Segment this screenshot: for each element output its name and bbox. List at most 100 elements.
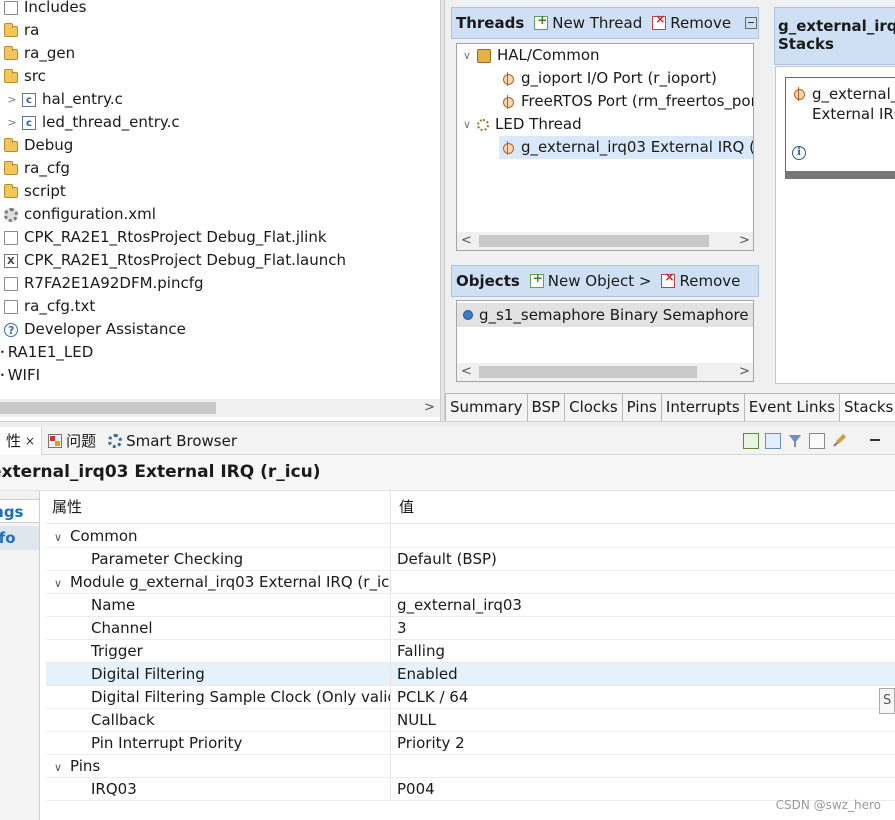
tree-item-ra-cfg[interactable]: ra_cfg <box>4 157 70 180</box>
object-item-semaphore[interactable]: g_s1_semaphore Binary Semaphore <box>457 303 753 327</box>
stack-node-ioport[interactable]: g_ioport I/O Port (r_ioport) <box>501 67 717 90</box>
filter-icon[interactable] <box>787 433 803 449</box>
minimize-icon[interactable] <box>867 433 883 449</box>
tree-item-led-thread-entry[interactable]: > led_thread_entry.c <box>6 111 179 135</box>
tree-item-ra1e1-led[interactable]: • RA1E1_LED <box>0 341 93 364</box>
tab-pins[interactable]: Pins <box>621 393 662 421</box>
tree-item-jlink[interactable]: CPK_RA2E1_RtosProject Debug_Flat.jlink <box>4 226 327 249</box>
property-name-cell: ∨ Common <box>46 525 391 547</box>
tree-item-includes[interactable]: Includes <box>4 0 86 19</box>
remove-object-button[interactable]: Remove <box>661 270 740 290</box>
tree-item-wifi[interactable]: • WIFI <box>0 364 40 387</box>
new-thread-button[interactable]: New Thread <box>534 13 642 32</box>
table-row[interactable]: Parameter Checking Default (BSP) <box>46 548 895 571</box>
property-value-cell[interactable]: P004 <box>397 778 895 800</box>
stack-module-block[interactable]: g_external_irq03 External IRQ i <box>785 77 895 179</box>
scroll-left-arrow-icon[interactable]: < <box>461 232 472 250</box>
scrollbar-thumb[interactable] <box>479 235 709 247</box>
tree-item-hal-entry[interactable]: > hal_entry.c <box>6 88 123 112</box>
scroll-right-arrow-icon[interactable]: > <box>424 399 435 417</box>
tab-bsp[interactable]: BSP <box>526 393 566 421</box>
objects-horizontal-scrollbar[interactable]: < > <box>457 363 753 381</box>
column-header-property[interactable]: 属性 <box>46 491 391 523</box>
expand-chevron-icon[interactable]: ∨ <box>50 526 66 547</box>
threads-horizontal-scrollbar[interactable]: < > <box>457 232 753 250</box>
add-icon <box>534 13 549 30</box>
property-value-cell[interactable]: Default (BSP) <box>397 548 895 570</box>
side-tab-settings[interactable]: ings <box>0 499 39 523</box>
info-icon[interactable]: i <box>792 146 806 160</box>
stack-node-freertos-port[interactable]: FreeRTOS Port (rm_freertos_port) <box>501 90 753 113</box>
collapse-icon[interactable] <box>745 17 758 29</box>
advanced-properties-icon[interactable] <box>809 433 825 449</box>
folder-icon <box>4 46 18 60</box>
tree-item-developer-assistance[interactable]: Developer Assistance <box>4 318 186 342</box>
remove-icon <box>661 270 676 288</box>
table-row[interactable]: Channel 3 <box>46 617 895 640</box>
tree-item-configuration-xml[interactable]: configuration.xml <box>4 203 156 226</box>
table-group-row[interactable]: ∨ Module g_external_irq03 External IRQ (r… <box>46 571 895 594</box>
property-value-cell[interactable]: NULL <box>397 709 895 731</box>
table-row[interactable]: Callback NULL <box>46 709 895 732</box>
thread-node-led-thread[interactable]: ∨ LED Thread <box>461 113 582 136</box>
table-group-row[interactable]: ∨ Pins <box>46 755 895 778</box>
tab-stacks[interactable]: Stacks <box>839 393 895 421</box>
table-group-row[interactable]: ∨ Common <box>46 525 895 548</box>
thread-gear-icon <box>477 118 489 131</box>
table-row[interactable]: Digital Filtering Sample Clock (Only val… <box>46 686 895 709</box>
new-icon[interactable] <box>743 433 759 449</box>
scrollbar-thumb[interactable] <box>0 402 216 414</box>
tree-item-ra[interactable]: ra <box>4 19 39 42</box>
table-row[interactable]: Digital Filtering Enabled <box>46 663 895 686</box>
table-row[interactable]: Name g_external_irq03 <box>46 594 895 617</box>
tree-item-ra-cfg-txt[interactable]: ra_cfg.txt <box>4 295 95 318</box>
tree-item-ra-gen[interactable]: ra_gen <box>4 42 75 65</box>
tab-properties[interactable]: 性 × <box>0 426 43 455</box>
side-tab-api-info[interactable]: nfo <box>0 526 39 550</box>
tab-interrupts[interactable]: Interrupts <box>660 393 745 421</box>
tab-problems[interactable]: 问题 <box>42 427 102 455</box>
expand-chevron-icon[interactable]: ∨ <box>461 44 473 67</box>
table-row[interactable]: IRQ03 P004 <box>46 778 895 801</box>
tree-item-launch[interactable]: CPK_RA2E1_RtosProject Debug_Flat.launch <box>4 249 346 273</box>
tree-item-label: ra_gen <box>24 44 76 62</box>
expand-chevron-icon[interactable]: > <box>6 111 18 134</box>
thread-node-hal-common[interactable]: ∨ HAL/Common <box>461 44 600 67</box>
close-icon[interactable]: × <box>25 434 35 448</box>
remove-thread-button[interactable]: Remove <box>652 12 731 32</box>
expand-chevron-icon[interactable]: ∨ <box>50 756 66 777</box>
table-row[interactable]: Trigger Falling <box>46 640 895 663</box>
scroll-right-arrow-icon[interactable]: > <box>739 363 750 381</box>
tree-item-src[interactable]: src <box>4 65 46 88</box>
table-row[interactable]: Pin Interrupt Priority Priority 2 <box>46 732 895 755</box>
expand-chevron-icon[interactable]: > <box>6 88 18 111</box>
property-value-cell[interactable]: 3 <box>397 617 895 639</box>
scroll-right-arrow-icon[interactable]: > <box>739 232 750 250</box>
stack-node-external-irq03[interactable]: g_external_irq03 External IRQ (r_icu) <box>499 136 753 159</box>
column-header-value[interactable]: 值 <box>397 491 895 523</box>
expand-chevron-icon[interactable]: ∨ <box>50 572 66 593</box>
tree-item-debug[interactable]: Debug <box>4 134 73 157</box>
tab-event-links[interactable]: Event Links <box>743 393 841 421</box>
tab-clocks[interactable]: Clocks <box>564 393 623 421</box>
tab-smart-browser[interactable]: Smart Browser <box>102 427 243 455</box>
tree-item-script[interactable]: script <box>4 180 66 203</box>
scrollbar-thumb[interactable] <box>479 366 697 378</box>
property-value-cell[interactable]: g_external_irq03 <box>397 594 895 616</box>
tab-summary[interactable]: Summary <box>445 393 528 421</box>
tree-item-pincfg[interactable]: R7FA2E1A92DFM.pincfg <box>4 272 204 295</box>
show-categories-icon[interactable] <box>765 433 781 449</box>
explorer-horizontal-scrollbar[interactable]: > <box>0 399 440 417</box>
tree-item-label: src <box>24 67 46 85</box>
module-icon <box>501 140 515 155</box>
property-value-cell[interactable]: Priority 2 <box>397 732 895 754</box>
new-object-button[interactable]: New Object > <box>529 271 651 290</box>
stack-node-label: g_external_irq03 External IRQ (r_icu) <box>521 138 753 156</box>
scroll-left-arrow-icon[interactable]: < <box>461 363 472 381</box>
expand-chevron-icon[interactable]: ∨ <box>461 113 473 136</box>
property-value-cell[interactable]: PCLK / 64 <box>397 686 895 708</box>
folder-icon <box>4 69 18 83</box>
pin-icon[interactable] <box>828 430 851 453</box>
property-value-cell[interactable]: Falling <box>397 640 895 662</box>
property-value-cell[interactable]: Enabled <box>397 663 895 685</box>
